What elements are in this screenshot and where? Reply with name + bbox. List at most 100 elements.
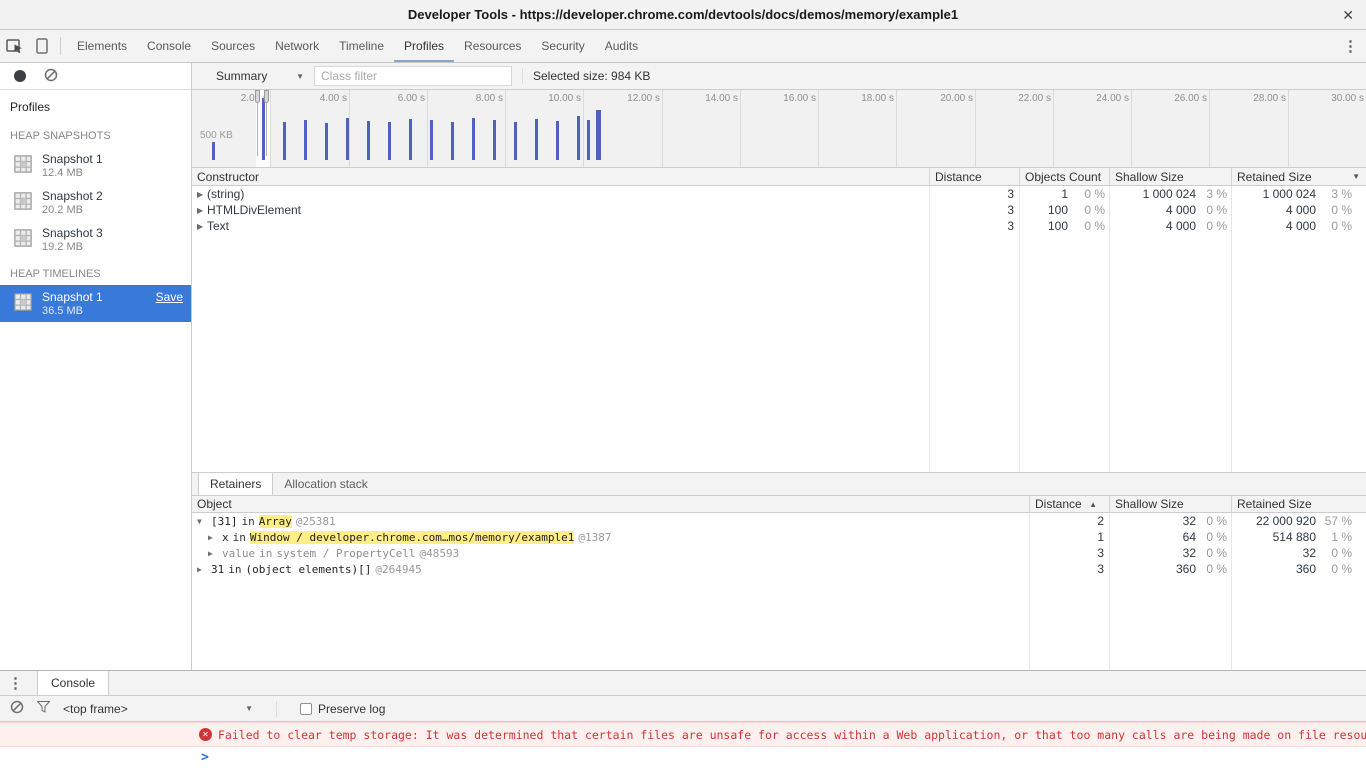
- column-header-retained-size[interactable]: Retained Size: [1232, 496, 1366, 512]
- prompt-chevron-icon: >: [201, 750, 209, 765]
- cell-shallow-size-pct: 3 %: [1196, 187, 1232, 201]
- sidebar-item-snapshot-3[interactable]: Snapshot 3 19.2 MB: [0, 221, 191, 258]
- cell-retained-size: 32: [1232, 546, 1316, 560]
- edge-name: 31: [211, 563, 224, 576]
- column-header-shallow-size[interactable]: Shallow Size: [1110, 168, 1232, 185]
- record-heap-icon[interactable]: [14, 70, 26, 82]
- snapshot-size: 20.2 MB: [42, 204, 103, 216]
- column-header-retained-size[interactable]: Retained Size ▼: [1232, 168, 1366, 185]
- cell-objects-count: 100: [1020, 203, 1068, 217]
- column-header-constructor[interactable]: Constructor: [192, 168, 930, 185]
- tab-allocation-stack[interactable]: Allocation stack: [273, 473, 378, 495]
- console-prompt[interactable]: >: [0, 747, 1366, 768]
- constructor-table-body: ▶(string) 3 10 % 1 000 0243 % 1 000 0243…: [192, 186, 1366, 472]
- timeline-time-label: 28.00 s: [1226, 93, 1286, 104]
- tab-retainers[interactable]: Retainers: [198, 473, 273, 495]
- keyword-in: in: [233, 531, 246, 544]
- cell-retained-size: 514 880: [1232, 530, 1316, 544]
- constructor-row-string[interactable]: ▶(string) 3 10 % 1 000 0243 % 1 000 0243…: [192, 186, 1366, 202]
- cell-distance: 3: [1030, 546, 1110, 560]
- overflow-menu-icon[interactable]: ⋮: [1335, 37, 1366, 55]
- expand-arrow-icon[interactable]: ▶: [208, 533, 218, 542]
- expand-arrow-icon[interactable]: ▶: [197, 206, 207, 215]
- drawer-tab-console[interactable]: Console: [37, 671, 109, 695]
- constructor-row-htmldivelement[interactable]: ▶HTMLDivElement 3 1000 % 4 0000 % 4 0000…: [192, 202, 1366, 218]
- cell-retained-size: 360: [1232, 562, 1316, 576]
- section-heap-timelines: HEAP TIMELINES: [0, 258, 191, 285]
- drawer-menu-icon[interactable]: ⋮: [0, 671, 31, 695]
- tab-console[interactable]: Console: [137, 30, 201, 62]
- tab-elements[interactable]: Elements: [67, 30, 137, 62]
- snapshot-name: Snapshot 3: [42, 226, 103, 240]
- timeline-selection-handle-right[interactable]: [264, 90, 269, 103]
- heap-timeline-overview[interactable]: 500 KB 2.00 s4.00 s6.00 s8.00 s10.00 s12…: [192, 90, 1366, 168]
- expand-arrow-icon[interactable]: ▶: [197, 190, 207, 199]
- column-header-distance[interactable]: Distance ▲: [1030, 496, 1110, 512]
- column-header-distance[interactable]: Distance: [930, 168, 1020, 185]
- class-filter-input[interactable]: [314, 66, 512, 86]
- column-header-object[interactable]: Object: [192, 496, 1030, 512]
- column-header-shallow-size[interactable]: Shallow Size: [1110, 496, 1232, 512]
- cell-distance: 2: [1030, 514, 1110, 528]
- tab-sources[interactable]: Sources: [201, 30, 265, 62]
- timeline-time-label: 30.00 s: [1304, 93, 1364, 104]
- object-name: system / PropertyCell: [276, 547, 415, 560]
- timeline-selection-handle-left[interactable]: [255, 90, 260, 103]
- sidebar-item-timeline-snapshot-1[interactable]: Snapshot 1 36.5 MB Save: [0, 285, 191, 322]
- preserve-log-control[interactable]: Preserve log: [300, 702, 385, 716]
- tab-security[interactable]: Security: [531, 30, 594, 62]
- constructor-row-text[interactable]: ▶Text 3 1000 % 4 0000 % 4 0000 %: [192, 218, 1366, 234]
- object-id: @264945: [375, 563, 421, 576]
- tab-network[interactable]: Network: [265, 30, 329, 62]
- close-window-icon[interactable]: ✕: [1342, 7, 1354, 24]
- retainer-row[interactable]: ▼ [31] in Array @25381 2 320 % 22 000 92…: [192, 513, 1366, 529]
- edge-name: value: [222, 547, 255, 560]
- cell-retained-size: 22 000 920: [1232, 514, 1316, 528]
- cell-shallow-size-pct: 0 %: [1196, 546, 1232, 560]
- cell-retained-size-pct: 0 %: [1316, 562, 1366, 576]
- clear-profiles-icon[interactable]: [44, 68, 58, 85]
- tab-profiles[interactable]: Profiles: [394, 30, 454, 62]
- expand-arrow-icon[interactable]: ▶: [197, 565, 207, 574]
- execution-context-value: <top frame>: [63, 702, 128, 716]
- retainer-row[interactable]: ▶ value in system / PropertyCell @48593 …: [192, 545, 1366, 561]
- cell-objects-count: 1: [1020, 187, 1068, 201]
- expand-arrow-icon[interactable]: ▶: [197, 222, 207, 231]
- filter-icon[interactable]: [37, 701, 50, 716]
- tab-timeline[interactable]: Timeline: [329, 30, 394, 62]
- inspect-element-icon[interactable]: [0, 30, 30, 62]
- expand-arrow-icon[interactable]: ▶: [208, 549, 218, 558]
- execution-context-select[interactable]: <top frame> ▼: [63, 702, 253, 716]
- devtools-main-toolbar: Elements Console Sources Network Timelin…: [0, 30, 1366, 63]
- cell-retained-size-pct: 1 %: [1316, 530, 1366, 544]
- caret-down-icon: ▼: [245, 704, 253, 713]
- tab-audits[interactable]: Audits: [595, 30, 648, 62]
- window-title: Developer Tools - https://developer.chro…: [408, 7, 958, 22]
- sidebar-item-snapshot-2[interactable]: Snapshot 2 20.2 MB: [0, 184, 191, 221]
- object-id: @25381: [296, 515, 336, 528]
- cell-objects-count-pct: 0 %: [1068, 203, 1110, 217]
- device-toolbar-icon[interactable]: [30, 30, 54, 62]
- timeline-time-label: 18.00 s: [834, 93, 894, 104]
- cell-retained-size: 4 000: [1232, 203, 1316, 217]
- retainer-row[interactable]: ▶ 31 in (object elements)[] @264945 3 36…: [192, 561, 1366, 577]
- timeline-time-label: 16.00 s: [756, 93, 816, 104]
- cell-shallow-size-pct: 0 %: [1196, 530, 1232, 544]
- profiles-sidebar-toolbar: [0, 63, 191, 90]
- selected-size-label: Selected size: 984 KB: [533, 69, 650, 83]
- keyword-in: in: [242, 515, 255, 528]
- error-icon: ✕: [199, 728, 212, 741]
- tab-resources[interactable]: Resources: [454, 30, 531, 62]
- cell-distance: 1: [1030, 530, 1110, 544]
- column-header-objects-count[interactable]: Objects Count: [1020, 168, 1110, 185]
- cell-objects-count-pct: 0 %: [1068, 187, 1110, 201]
- save-link[interactable]: Save: [156, 290, 183, 304]
- clear-console-icon[interactable]: [10, 700, 24, 717]
- sidebar-item-snapshot-1[interactable]: Snapshot 1 12.4 MB: [0, 147, 191, 184]
- collapse-arrow-icon[interactable]: ▼: [197, 517, 207, 526]
- preserve-log-checkbox[interactable]: [300, 703, 312, 715]
- retainer-row[interactable]: ▶ x in Window / developer.chrome.com…mos…: [192, 529, 1366, 545]
- toolbar-divider: [276, 701, 277, 717]
- timeline-time-label: 8.00 s: [443, 93, 503, 104]
- perspective-select[interactable]: Summary ▼: [216, 69, 304, 83]
